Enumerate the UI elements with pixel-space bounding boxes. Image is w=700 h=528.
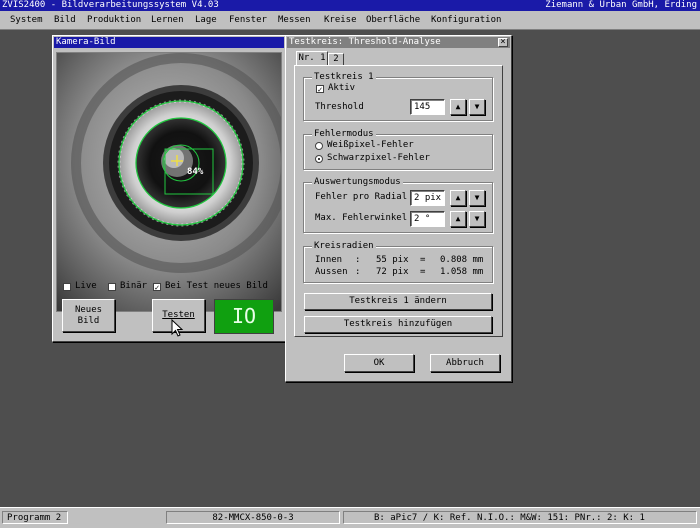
fehlerwinkel-label: Max. Fehlerwinkel (315, 213, 408, 223)
aussen-mm: 1.058 mm (440, 267, 484, 277)
new-image-line1: Neues (74, 305, 103, 315)
live-label: Live (75, 281, 97, 291)
menu-konfiguration[interactable]: Konfiguration (431, 14, 501, 26)
testkreis-hinzufuegen-button[interactable]: Testkreis hinzufügen (304, 316, 492, 333)
menu-fenster[interactable]: Fenster (229, 14, 267, 26)
aussen-pix: 72 pix (376, 267, 409, 277)
aussen-name: Aussen (315, 267, 348, 277)
threshold-dialog: Testkreis: Threshold-Analyse × Nr. 1 2 T… (285, 35, 512, 382)
new-image-line2: Bild (77, 316, 100, 326)
aktiv-label: Aktiv (328, 83, 356, 93)
mouse-cursor-icon (171, 319, 184, 337)
app-title: ZVIS2400 - Bildverarbeitungssystem V4.03 (2, 0, 219, 10)
menu-bar: System Bild Produktion Lernen Lage Fenst… (0, 11, 700, 30)
auswertung-group-title: Auswertungsmodus (312, 177, 403, 188)
camera-image-svg (57, 53, 281, 311)
camera-image[interactable]: 84% (56, 52, 282, 312)
dialog-close-button[interactable]: × (498, 38, 508, 47)
binaer-label: Binär (120, 281, 148, 291)
new-image-button[interactable]: Neues Bild (62, 299, 115, 332)
aussen-sep: : (355, 267, 361, 277)
triangle-up-icon: ▲ (450, 211, 466, 227)
triangle-down-icon: ▼ (469, 99, 485, 115)
innen-name: Innen (315, 255, 343, 265)
fehler-radial-down-arrow[interactable]: ▼ (469, 190, 485, 206)
threshold-label: Threshold (315, 102, 364, 112)
weisspixel-radio[interactable] (315, 142, 323, 150)
app-title-bar: ZVIS2400 - Bildverarbeitungssystem V4.03… (0, 0, 700, 11)
tab-2-label: 2 (333, 54, 339, 64)
fehler-radial-label: Fehler pro Radial (315, 192, 408, 202)
triangle-down-icon: ▼ (469, 190, 485, 206)
fehler-radial-input[interactable]: 2 pix (410, 190, 445, 206)
kreisradien-group-title: Kreisradien (312, 241, 376, 252)
testkreis-aendern-button[interactable]: Testkreis 1 ändern (304, 293, 492, 310)
triangle-up-icon: ▲ (450, 190, 466, 206)
threshold-down-arrow[interactable]: ▼ (469, 99, 485, 115)
menu-lage[interactable]: Lage (195, 14, 217, 26)
schwarzpixel-radio[interactable] (315, 155, 323, 163)
menu-lernen[interactable]: Lernen (151, 14, 184, 26)
schwarzpixel-label: Schwarzpixel-Fehler (327, 153, 430, 163)
menu-bild[interactable]: Bild (54, 14, 76, 26)
aussen-eq: = (420, 267, 426, 277)
triangle-up-icon: ▲ (450, 99, 466, 115)
menu-produktion[interactable]: Produktion (87, 14, 141, 26)
testkreis-group-title: Testkreis 1 (312, 72, 376, 83)
ok-button[interactable]: OK (344, 354, 414, 372)
result-indicator: IO (214, 299, 274, 334)
bei-test-label: Bei Test neues Bild (165, 281, 268, 291)
weisspixel-label: Weißpixel-Fehler (327, 140, 414, 150)
innen-pix: 55 pix (376, 255, 409, 265)
menu-oberflaeche[interactable]: Oberfläche (366, 14, 420, 26)
tab-nr-1[interactable]: Nr. 1 (296, 51, 328, 66)
status-part-number: 82-MMCX-850-0-3 (166, 511, 340, 524)
fehlerwinkel-input[interactable]: 2 ° (410, 211, 445, 227)
triangle-down-icon: ▼ (469, 211, 485, 227)
abbruch-button[interactable]: Abbruch (430, 354, 500, 372)
fehlerwinkel-down-arrow[interactable]: ▼ (469, 211, 485, 227)
binaer-checkbox[interactable] (108, 283, 116, 291)
camera-window-title: Kamera-Bild (54, 37, 284, 48)
innen-mm: 0.808 mm (440, 255, 484, 265)
innen-eq: = (420, 255, 426, 265)
menu-kreise[interactable]: Kreise (324, 14, 357, 26)
bei-test-checkbox[interactable]: ✓ (153, 283, 161, 292)
fehlermodus-group-title: Fehlermodus (312, 129, 376, 140)
status-programm: Programm 2 (2, 511, 68, 524)
live-checkbox[interactable] (63, 283, 71, 291)
menu-system[interactable]: System (10, 14, 43, 26)
innen-sep: : (355, 255, 361, 265)
fehler-radial-up-arrow[interactable]: ▲ (450, 190, 466, 206)
company-name: Ziemann & Urban GmbH, Erding (545, 0, 697, 10)
fehlerwinkel-up-arrow[interactable]: ▲ (450, 211, 466, 227)
dialog-title: Testkreis: Threshold-Analyse (287, 37, 510, 48)
aktiv-checkbox[interactable]: ✓ (316, 85, 324, 94)
menu-messen[interactable]: Messen (278, 14, 311, 26)
status-info: B: aPic7 / K: Ref. N.I.O.: M&W: 151: PNr… (343, 511, 697, 524)
camera-window: Kamera-Bild 84% Live Binär ✓ Bei Test ne… (52, 35, 286, 342)
tab-nr-1-label: Nr. 1 (298, 53, 326, 63)
threshold-up-arrow[interactable]: ▲ (450, 99, 466, 115)
overlay-percent: 84% (187, 167, 204, 177)
threshold-input[interactable]: 145 (410, 99, 445, 115)
status-bar: Programm 2 82-MMCX-850-0-3 B: aPic7 / K:… (0, 507, 700, 528)
